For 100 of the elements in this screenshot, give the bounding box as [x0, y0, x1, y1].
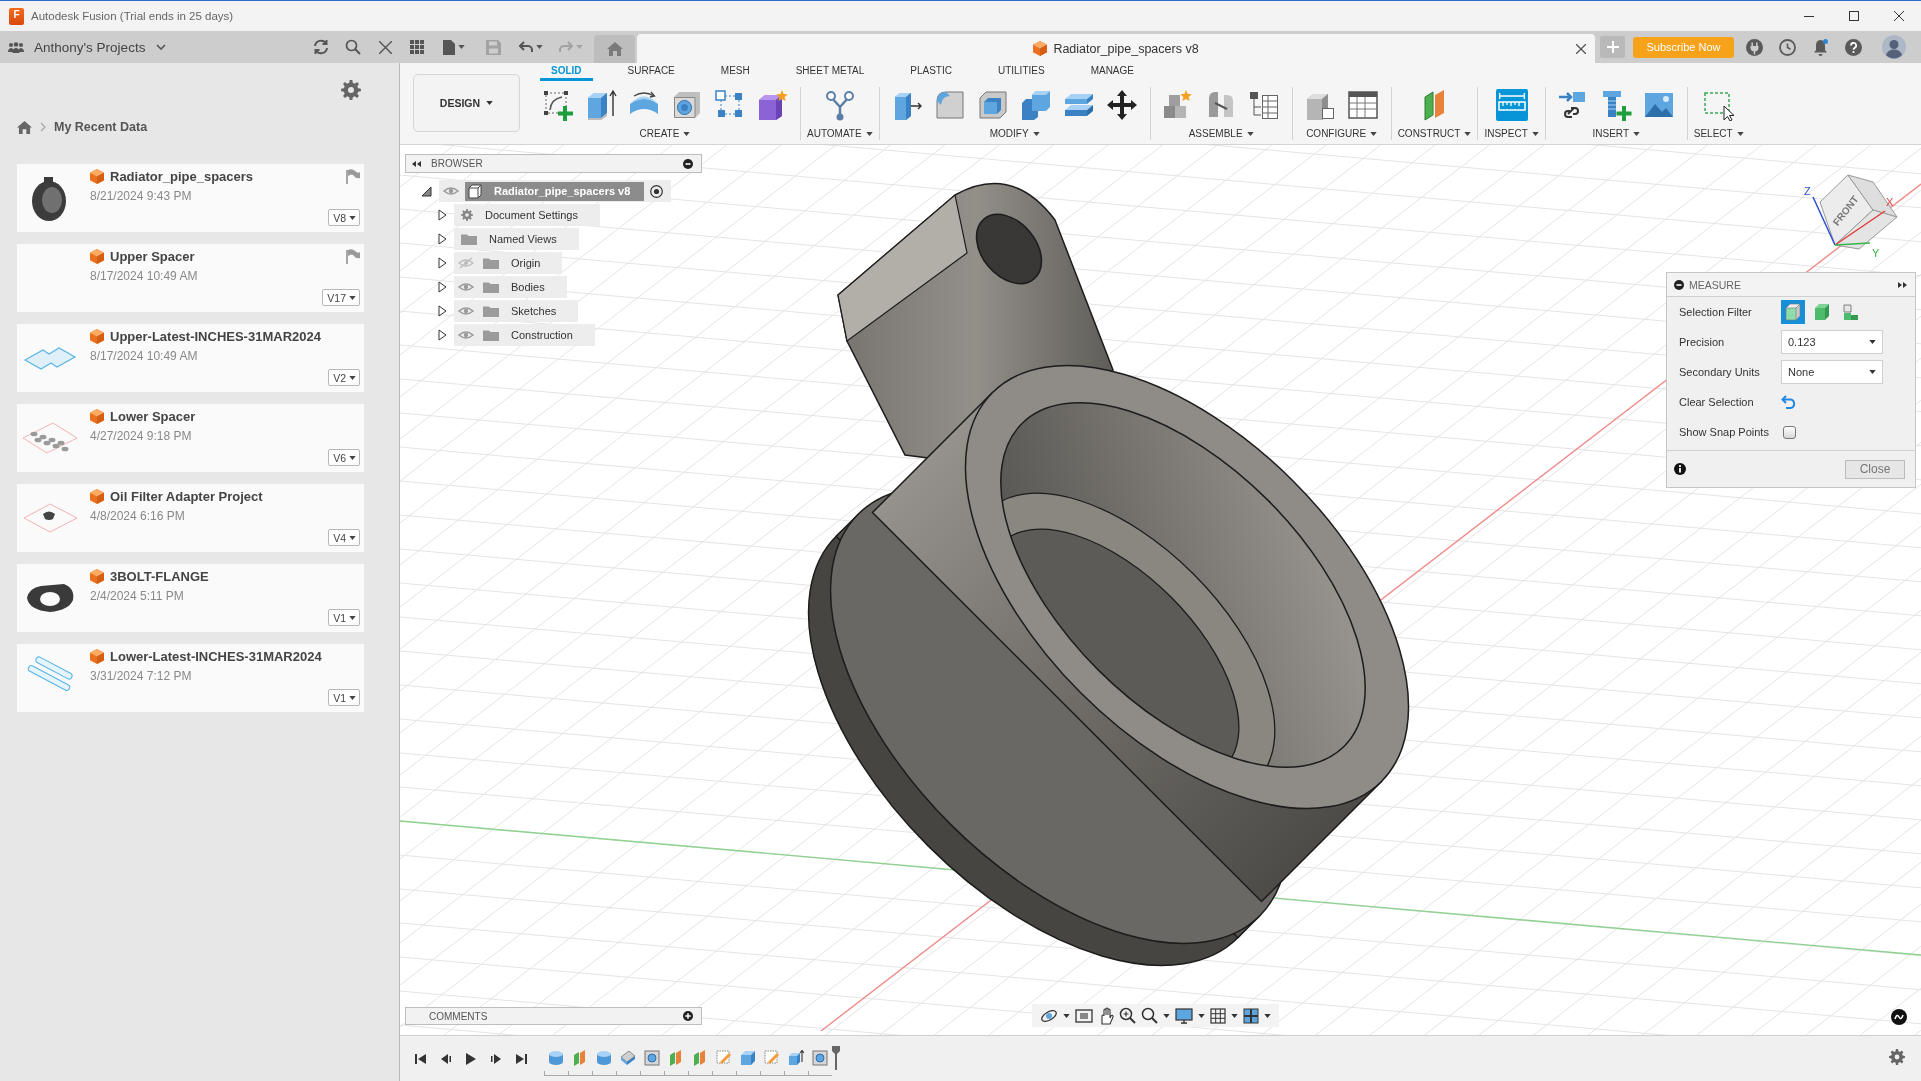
settings-icon[interactable]	[341, 80, 361, 100]
close-icon[interactable]	[1893, 11, 1904, 21]
checkbox[interactable]	[1783, 425, 1796, 439]
minimize-icon[interactable]	[1803, 15, 1814, 17]
plug-icon[interactable]	[1746, 38, 1763, 56]
bell-icon[interactable]	[1813, 38, 1828, 56]
group-menu[interactable]: INSERT	[1592, 127, 1640, 140]
tree-item[interactable]: Named Views	[454, 228, 579, 250]
collapsed-triangle-icon[interactable]	[438, 209, 447, 221]
branch-nodes-icon[interactable]	[823, 88, 856, 121]
move-arrows-icon[interactable]	[1106, 88, 1139, 121]
settings-icon[interactable]	[1889, 1048, 1905, 1065]
box-face-icon[interactable]	[1781, 300, 1805, 324]
project-dropdown[interactable]: Anthony's Projects	[34, 39, 167, 55]
minus-circle-icon[interactable]	[1674, 279, 1684, 290]
box-icon[interactable]	[740, 1050, 756, 1066]
group-menu[interactable]: INSPECT	[1484, 127, 1539, 140]
refresh-icon[interactable]	[312, 39, 330, 55]
joined-boxes-icon[interactable]	[1020, 88, 1053, 121]
collapsed-triangle-icon[interactable]	[438, 329, 447, 341]
dropdown-field[interactable]: None	[1781, 360, 1883, 384]
cube-star-icon[interactable]	[756, 88, 789, 121]
box-hole-icon[interactable]	[644, 1050, 660, 1066]
undo-icon[interactable]	[519, 41, 533, 53]
file-card[interactable]: Oil Filter Adapter Project 4/8/2024 6:16 PM V4	[17, 484, 364, 552]
hand-icon[interactable]	[1098, 1006, 1114, 1025]
cylinder-icon[interactable]	[596, 1050, 612, 1066]
close-button[interactable]: Close	[1845, 459, 1905, 479]
caret-icon[interactable]	[1264, 1013, 1271, 1018]
hollow-box-icon[interactable]	[977, 88, 1010, 121]
zoom-window-icon[interactable]	[1141, 1007, 1158, 1024]
group-menu[interactable]: SELECT	[1693, 127, 1744, 140]
document-tab[interactable]: Radiator_pipe_spacers v8	[637, 34, 1595, 63]
minus-circle-icon[interactable]	[683, 158, 693, 169]
cylinder-icon[interactable]	[548, 1050, 564, 1066]
home-icon[interactable]	[17, 120, 32, 134]
group-menu[interactable]: CONFIGURE	[1306, 127, 1378, 140]
file-card[interactable]: Upper Spacer 8/17/2024 10:49 AM V17	[17, 244, 364, 312]
round-logo-icon[interactable]	[1891, 1009, 1907, 1025]
file-icon[interactable]	[443, 39, 455, 55]
group-menu[interactable]: ASSEMBLE	[1188, 127, 1254, 140]
step-forward-icon[interactable]	[489, 1052, 502, 1065]
plus-circle-icon[interactable]	[683, 1011, 693, 1021]
apps-grid-icon[interactable]	[410, 40, 424, 54]
play-icon[interactable]	[464, 1052, 477, 1065]
box-arrow-icon[interactable]	[788, 1050, 804, 1066]
flag-icon[interactable]	[345, 249, 360, 264]
group-menu[interactable]: CREATE	[639, 127, 691, 140]
avatar-icon[interactable]	[1882, 35, 1906, 59]
monitor-icon[interactable]	[1175, 1007, 1193, 1024]
look-at-icon[interactable]	[1075, 1007, 1093, 1024]
file-card[interactable]: Radiator_pipe_spacers 8/21/2024 9:43 PM V8	[17, 164, 364, 232]
skip-start-icon[interactable]	[414, 1052, 427, 1065]
version-dropdown[interactable]: V17	[322, 289, 360, 306]
box-hole-icon[interactable]	[812, 1050, 828, 1066]
version-dropdown[interactable]: V2	[328, 369, 360, 386]
help-icon[interactable]	[1845, 38, 1862, 56]
flag-icon[interactable]	[345, 169, 360, 184]
collapsed-triangle-icon[interactable]	[438, 281, 447, 293]
grid-icon[interactable]	[1210, 1007, 1226, 1024]
skip-end-icon[interactable]	[514, 1052, 527, 1065]
tree-item[interactable]: Sketches	[454, 300, 579, 322]
info-icon[interactable]	[1674, 463, 1686, 475]
planes-icon[interactable]	[668, 1050, 684, 1066]
version-dropdown[interactable]: V4	[328, 529, 360, 546]
sketch-plus-icon[interactable]	[541, 88, 574, 121]
version-dropdown[interactable]: V1	[328, 689, 360, 706]
tree-item[interactable]: Bodies	[454, 276, 567, 298]
close-icon[interactable]	[1576, 43, 1586, 54]
timeline-marker-icon[interactable]	[832, 1046, 840, 1070]
file-card[interactable]: Lower Spacer 4/27/2024 9:18 PM V6	[17, 404, 364, 472]
planes-icon[interactable]	[572, 1050, 588, 1066]
version-dropdown[interactable]: V1	[328, 609, 360, 626]
toolbar-tab[interactable]: SHEET METAL	[784, 63, 876, 81]
tree-item[interactable]: Construction	[454, 324, 595, 346]
clock-icon[interactable]	[1779, 38, 1796, 56]
version-dropdown[interactable]: V6	[328, 449, 360, 466]
dropdown-field[interactable]: 0.123	[1781, 330, 1883, 354]
expanded-triangle-icon[interactable]	[421, 185, 432, 197]
toolbar-tab[interactable]: UTILITIES	[986, 63, 1056, 81]
maximize-icon[interactable]	[1848, 11, 1859, 21]
toolbar-tab[interactable]: SURFACE	[616, 63, 686, 81]
toolbar-tab[interactable]: MESH	[709, 63, 761, 81]
group-menu[interactable]: CONSTRUCT	[1397, 127, 1472, 140]
tree-item[interactable]: Document Settings	[454, 204, 600, 226]
group-menu[interactable]: AUTOMATE	[807, 127, 873, 140]
file-card[interactable]: Lower-Latest-INCHES-31MAR2024 3/31/2024 7:12 PM V1	[17, 644, 364, 712]
workspace-dropdown[interactable]: DESIGN	[413, 74, 520, 132]
caret-icon[interactable]	[1231, 1013, 1238, 1018]
toolbar-tab[interactable]: MANAGE	[1079, 63, 1145, 81]
collapse-arrows-icon[interactable]	[412, 160, 422, 167]
zoom-icon[interactable]	[1119, 1007, 1136, 1024]
collapsed-triangle-icon[interactable]	[438, 257, 447, 269]
planes-icon[interactable]	[692, 1050, 708, 1066]
step-back-icon[interactable]	[439, 1052, 452, 1065]
tree-item[interactable]: Origin	[454, 252, 563, 274]
group-menu[interactable]: MODIFY	[989, 127, 1040, 140]
boxes-star-icon[interactable]	[1162, 88, 1195, 121]
collapsed-triangle-icon[interactable]	[438, 233, 447, 245]
file-card[interactable]: Upper-Latest-INCHES-31MAR2024 8/17/2024 10:49 AM V2	[17, 324, 364, 392]
